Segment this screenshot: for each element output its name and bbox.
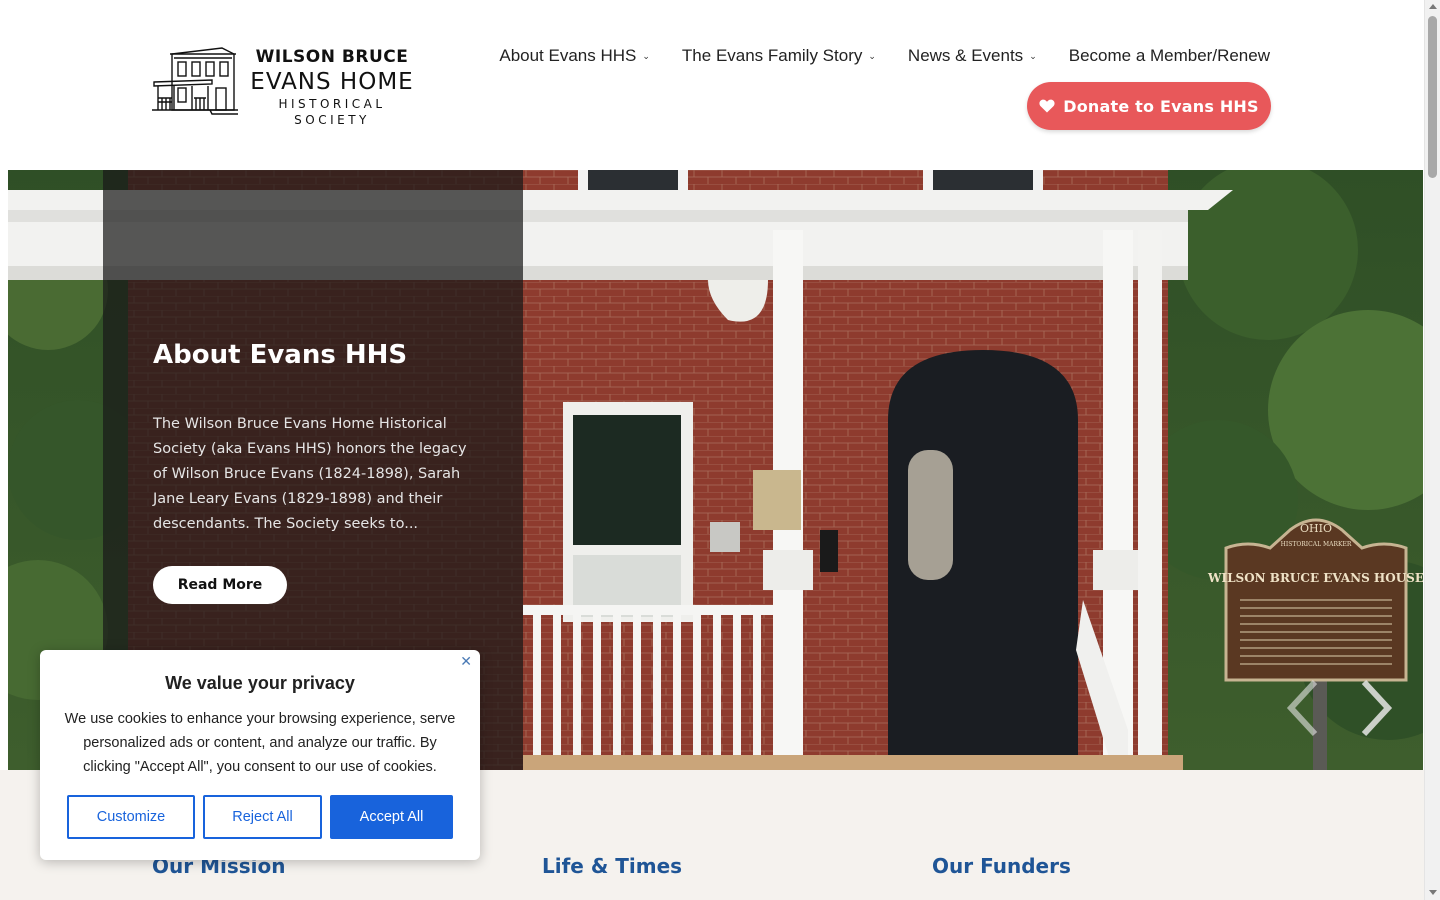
reject-all-button[interactable]: Reject All [203,795,322,839]
heart-icon [1039,99,1055,113]
funders-heading: Our Funders [932,854,1071,878]
scroll-up-arrow-icon[interactable] [1429,4,1437,9]
page-scrollbar[interactable] [1424,0,1440,900]
nav-item-label: About Evans HHS [499,46,637,65]
hero-title: About Evans HHS [153,340,408,370]
donate-label: Donate to Evans HHS [1063,96,1259,116]
read-more-button[interactable]: Read More [153,566,287,604]
logo-line-2: EVANS HOME [250,69,414,95]
site-logo[interactable]: WILSON BRUCE EVANS HOME HISTORICAL SOCIE… [152,42,422,127]
nav-item-news-events[interactable]: News & Events ⌄ [908,46,1037,66]
main-nav: About Evans HHS ⌄ The Evans Family Story… [499,44,1270,68]
marker-subtitle: HISTORICAL MARKER [1281,541,1352,548]
nav-item-about[interactable]: About Evans HHS ⌄ [499,46,650,66]
close-icon[interactable]: ✕ [460,654,472,670]
marker-title: WILSON BRUCE EVANS HOUSE [1207,571,1423,585]
logo-line-3: HISTORICAL SOCIETY [278,97,386,127]
accept-all-button[interactable]: Accept All [330,795,453,839]
chevron-left-icon[interactable] [1283,678,1323,738]
site-header: WILSON BRUCE EVANS HOME HISTORICAL SOCIE… [0,0,1424,170]
logo-line-1: WILSON BRUCE [255,47,409,67]
nav-item-label: The Evans Family Story [681,46,863,65]
cookie-message: We use cookies to enhance your browsing … [64,711,456,775]
life-times-heading: Life & Times [542,854,683,878]
hero-description: The Wilson Bruce Evans Home Historical S… [153,416,467,532]
chevron-down-icon: ⌄ [642,50,650,61]
nav-item-label: Become a Member/Renew [1068,46,1270,65]
cookie-consent-dialog: ✕ We value your privacy We use cookies t… [40,650,480,860]
chevron-right-icon[interactable] [1356,678,1396,738]
cookie-title: We value your privacy [165,673,355,693]
chevron-down-icon: ⌄ [1029,50,1037,61]
marker-state: OHIO [1300,522,1332,535]
donate-button[interactable]: Donate to Evans HHS [1027,82,1271,130]
customize-button[interactable]: Customize [67,795,195,839]
scrollbar-thumb[interactable] [1428,16,1437,178]
nav-item-label: News & Events [907,46,1024,65]
chevron-down-icon: ⌄ [868,50,876,61]
nav-item-family-story[interactable]: The Evans Family Story ⌄ [682,46,876,66]
nav-item-membership[interactable]: Become a Member/Renew [1069,46,1270,66]
house-logo-icon [152,47,238,115]
scroll-down-arrow-icon[interactable] [1429,890,1437,895]
